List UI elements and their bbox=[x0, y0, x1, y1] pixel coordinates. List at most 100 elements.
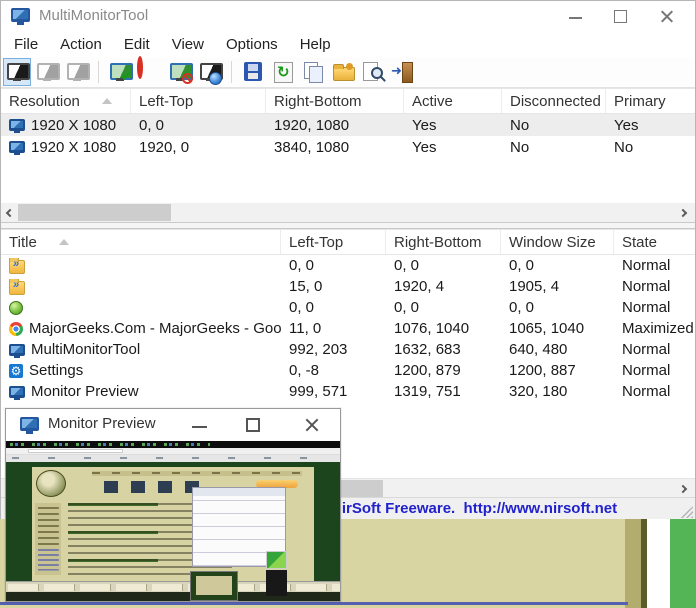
preview-maximize-button[interactable] bbox=[232, 409, 276, 441]
menu-file[interactable]: File bbox=[3, 36, 49, 53]
window-row[interactable]: 0, 0 0, 0 0, 0 Normal bbox=[1, 297, 695, 318]
menu-view[interactable]: View bbox=[161, 36, 215, 53]
cell-window-size: 1905, 4 bbox=[501, 278, 614, 295]
monitor-row[interactable]: 1920 X 1080 0, 0 1920, 1080 Yes No Yes bbox=[1, 114, 695, 136]
set-primary-monitor-icon[interactable] bbox=[197, 59, 223, 85]
cell-right-bottom: 3840, 1080 bbox=[266, 139, 404, 156]
menu-action[interactable]: Action bbox=[49, 36, 113, 53]
maximize-icon bbox=[246, 418, 260, 432]
column-header-window-size[interactable]: Window Size bbox=[501, 230, 614, 254]
column-header-title[interactable]: Title bbox=[1, 230, 281, 254]
cell-left-top: 15, 0 bbox=[281, 278, 386, 295]
window-row[interactable]: Monitor Preview 999, 571 1319, 751 320, … bbox=[1, 381, 695, 402]
menu-options[interactable]: Options bbox=[215, 36, 289, 53]
scroll-right-arrow[interactable] bbox=[677, 479, 694, 498]
find-icon[interactable] bbox=[360, 59, 386, 85]
maximize-button[interactable] bbox=[599, 1, 641, 31]
menu-bar: File Action Edit View Options Help bbox=[1, 31, 695, 57]
menu-edit[interactable]: Edit bbox=[113, 36, 161, 53]
column-header-primary[interactable]: Primary bbox=[606, 89, 695, 113]
cell-left-top: 0, 0 bbox=[131, 117, 266, 134]
exit-icon[interactable] bbox=[390, 59, 416, 85]
preview-page-content bbox=[32, 467, 314, 581]
column-header-active[interactable]: Active bbox=[404, 89, 502, 113]
monitor-icon bbox=[9, 119, 25, 131]
save-icon[interactable] bbox=[240, 59, 266, 85]
column-header-right-bottom[interactable]: Right-Bottom bbox=[386, 230, 501, 254]
column-header-left-top[interactable]: Left-Top bbox=[131, 89, 266, 113]
properties-dot bbox=[346, 63, 353, 70]
cell-right-bottom: 1920, 1080 bbox=[266, 117, 404, 134]
turn-off-monitor-icon[interactable] bbox=[137, 59, 163, 85]
cell-state: Normal bbox=[614, 362, 695, 379]
refresh-icon[interactable] bbox=[270, 59, 296, 85]
minimize-icon bbox=[192, 426, 207, 428]
preview-site-logo bbox=[36, 470, 66, 497]
monitors-horizontal-scrollbar[interactable] bbox=[1, 203, 695, 222]
active-monitor-icon[interactable] bbox=[4, 59, 30, 85]
magnifier-handle bbox=[380, 76, 386, 82]
cell-title: Monitor Preview bbox=[1, 383, 281, 400]
preview-sidebar bbox=[35, 503, 61, 575]
window-row[interactable]: Settings 0, -8 1200, 879 1200, 887 Norma… bbox=[1, 360, 695, 381]
monitor-on-icon[interactable]: ✔ bbox=[107, 59, 133, 85]
preview-mini-monitor bbox=[190, 571, 238, 601]
windows-table-header: Title Left-Top Right-Bottom Window Size … bbox=[1, 229, 695, 255]
column-header-left-top[interactable]: Left-Top bbox=[281, 230, 386, 254]
window-row[interactable]: 15, 0 1920, 4 1905, 4 Normal bbox=[1, 276, 695, 297]
copy-icon[interactable] bbox=[300, 59, 326, 85]
preview-browser-addressbar bbox=[6, 448, 340, 455]
scroll-right-arrow[interactable] bbox=[677, 203, 694, 222]
title-bar[interactable]: MultiMonitorTool bbox=[1, 1, 695, 31]
minimize-button[interactable] bbox=[554, 1, 596, 31]
preview-green-ad bbox=[266, 551, 287, 569]
cell-left-top: 11, 0 bbox=[281, 320, 386, 337]
column-header-state[interactable]: State bbox=[614, 230, 695, 254]
column-header-disconnected[interactable]: Disconnected bbox=[502, 89, 606, 113]
cell-right-bottom: 1632, 683 bbox=[386, 341, 501, 358]
background-stripe-khaki bbox=[625, 519, 641, 608]
window-app-icon bbox=[9, 301, 23, 315]
cell-left-top: 992, 203 bbox=[281, 341, 386, 358]
cell-active: Yes bbox=[404, 117, 502, 134]
cell-left-top: 0, 0 bbox=[281, 299, 386, 316]
window-row[interactable]: MultiMonitorTool 992, 203 1632, 683 640,… bbox=[1, 339, 695, 360]
background-stripe-green bbox=[670, 519, 696, 608]
window-app-icon bbox=[9, 344, 25, 356]
properties-icon[interactable] bbox=[330, 59, 356, 85]
column-header-right-bottom[interactable]: Right-Bottom bbox=[266, 89, 404, 113]
cell-window-size: 1200, 887 bbox=[501, 362, 614, 379]
preview-minimize-button[interactable] bbox=[178, 409, 222, 441]
resize-grip[interactable] bbox=[681, 506, 693, 518]
disable-selected-monitor-icon[interactable] bbox=[167, 59, 193, 85]
no-entry-icon bbox=[137, 56, 143, 79]
app-icon bbox=[11, 8, 30, 22]
cell-state: Normal bbox=[614, 257, 695, 274]
cell-title: MultiMonitorTool bbox=[1, 341, 281, 358]
cell-left-top: 0, -8 bbox=[281, 362, 386, 379]
window-row[interactable]: 0, 0 0, 0 0, 0 Normal bbox=[1, 255, 695, 276]
disable-monitor-icon[interactable] bbox=[34, 59, 60, 85]
enable-monitor-icon[interactable] bbox=[64, 59, 90, 85]
cell-primary: Yes bbox=[606, 117, 695, 134]
pane-splitter[interactable] bbox=[1, 222, 695, 229]
preview-url-box bbox=[28, 449, 123, 453]
cell-disconnected: No bbox=[502, 117, 606, 134]
cell-right-bottom: 1920, 4 bbox=[386, 278, 501, 295]
cell-state: Maximized bbox=[614, 320, 695, 337]
column-header-resolution[interactable]: Resolution bbox=[1, 89, 131, 113]
cell-title bbox=[1, 301, 281, 315]
monitor-row[interactable]: 1920 X 1080 1920, 0 3840, 1080 Yes No No bbox=[1, 136, 695, 158]
window-row[interactable]: MajorGeeks.Com - MajorGeeks - Google ...… bbox=[1, 318, 695, 339]
cell-state: Normal bbox=[614, 278, 695, 295]
scroll-left-arrow[interactable] bbox=[1, 203, 18, 222]
menu-help[interactable]: Help bbox=[289, 36, 342, 53]
preview-title-bar[interactable]: Monitor Preview bbox=[6, 409, 340, 441]
preview-close-button[interactable] bbox=[290, 409, 334, 441]
chevron-right-icon bbox=[679, 209, 687, 217]
sort-ascending-icon bbox=[59, 239, 69, 245]
check-icon: ✔ bbox=[120, 69, 133, 84]
monitor-preview-content bbox=[6, 441, 340, 601]
scrollbar-thumb[interactable] bbox=[18, 204, 171, 221]
close-button[interactable] bbox=[645, 1, 687, 31]
